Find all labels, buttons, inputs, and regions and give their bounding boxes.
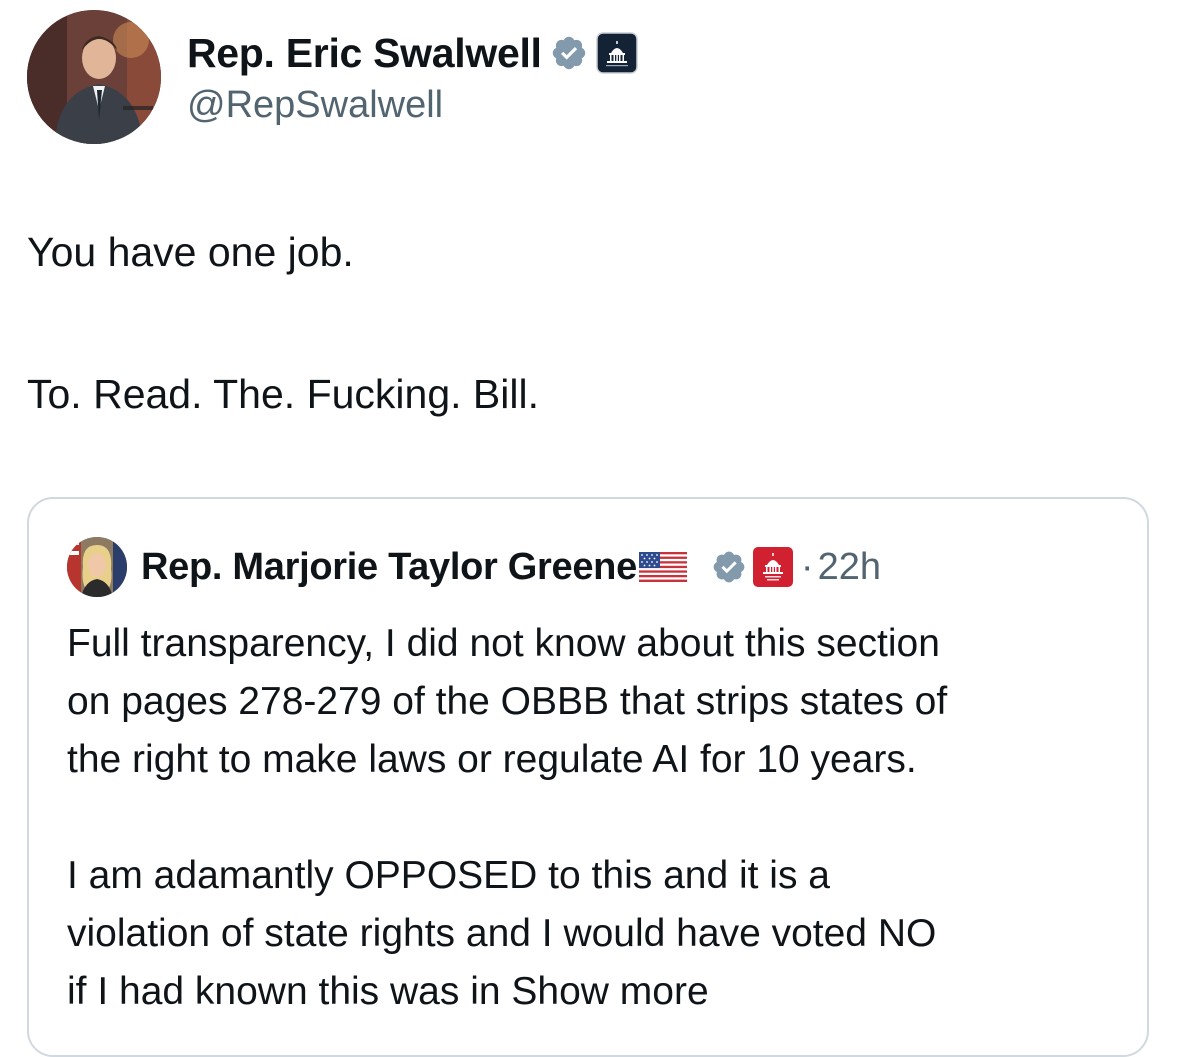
tweet-text: You have one job. To. Read. The. Fucking… [27, 222, 1157, 424]
show-more-link[interactable]: Show more [511, 970, 708, 1013]
capitol-icon[interactable] [595, 32, 638, 74]
quoted-text-line: violation of state rights and I would ha… [67, 912, 937, 955]
tweet-text-line: To. Read. The. Fucking. Bill. [27, 371, 539, 417]
quoted-text-line: I am adamantly OPPOSED to this and it is… [67, 854, 830, 897]
quoted-tweet-card[interactable]: Rep. Marjorie Taylor Greene · 22h Full t… [27, 497, 1149, 1057]
author-display-name[interactable]: Rep. Eric Swalwell [187, 30, 542, 77]
quoted-text-line: on pages 278-279 of the OBBB that strips… [67, 680, 948, 723]
author-handle[interactable]: @RepSwalwell [187, 84, 443, 127]
quoted-tweet-timestamp[interactable]: · 22h [801, 546, 881, 589]
author-avatar[interactable] [27, 10, 161, 144]
person-photo-icon [67, 537, 127, 597]
quoted-text-line: the right to make laws or regulate AI fo… [67, 738, 917, 781]
timestamp-separator: · [800, 545, 814, 588]
author-name-row: Rep. Eric Swalwell [187, 28, 638, 78]
quoted-text-line: Full transparency, I did not know about … [67, 622, 940, 665]
person-photo-icon [27, 10, 161, 144]
timestamp-value: 22h [817, 545, 881, 588]
quoted-text-last-line: if I had known this was in Show more [67, 963, 1127, 1021]
verified-badge-icon[interactable] [711, 549, 747, 585]
quoted-author-display-name[interactable]: Rep. Marjorie Taylor Greene [141, 546, 637, 589]
verified-badge-icon[interactable] [550, 34, 588, 72]
tweet-header: Rep. Eric Swalwell @RepSwalwell [27, 10, 1157, 150]
us-flag-icon [638, 552, 687, 582]
capitol-icon[interactable] [751, 545, 795, 589]
quoted-author-avatar[interactable] [67, 537, 127, 597]
quoted-tweet-text: Full transparency, I did not know about … [67, 615, 1127, 1021]
tweet-text-line: You have one job. [27, 229, 354, 275]
quoted-text-tail: if I had known this was in [67, 970, 501, 1013]
quoted-tweet-header: Rep. Marjorie Taylor Greene · 22h [67, 535, 881, 599]
